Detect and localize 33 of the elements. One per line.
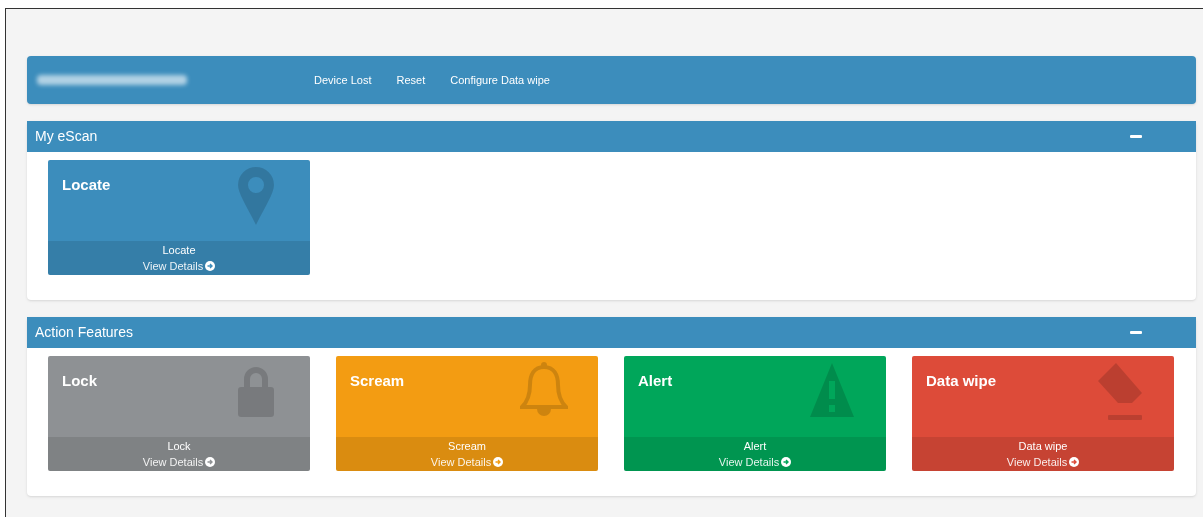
arrow-circle-icon bbox=[1069, 457, 1080, 467]
tile-title: Scream bbox=[350, 371, 405, 391]
tile-title: Data wipe bbox=[926, 371, 997, 391]
feature-tile[interactable]: Alert Alert View Details bbox=[624, 356, 886, 471]
tile-label: Lock bbox=[167, 439, 191, 454]
feature-tile[interactable]: Lock Lock View Details bbox=[48, 356, 310, 471]
minus-icon bbox=[1130, 135, 1142, 138]
arrow-circle-icon bbox=[205, 261, 216, 271]
view-details-link[interactable]: View Details bbox=[430, 454, 504, 470]
view-details-link[interactable]: View Details bbox=[1006, 454, 1080, 470]
tile-title: Locate bbox=[62, 175, 111, 195]
feature-tile[interactable]: Data wipe Data wipe View Details bbox=[912, 356, 1174, 471]
nav-link[interactable]: Configure Data wipe bbox=[450, 71, 550, 89]
arrow-circle-icon bbox=[205, 457, 216, 467]
arrow-circle-icon bbox=[493, 457, 504, 467]
panel-title: My eScan bbox=[35, 127, 98, 146]
tile-label: Alert bbox=[743, 439, 767, 454]
minus-icon bbox=[1130, 331, 1142, 334]
tile-title: Lock bbox=[62, 371, 97, 391]
tile-label: Scream bbox=[448, 439, 486, 454]
nav-link[interactable]: Device Lost bbox=[314, 71, 372, 89]
tile-label: Data wipe bbox=[1018, 439, 1068, 454]
feature-tile[interactable]: Locate Locate View Details bbox=[48, 160, 310, 275]
tile-title: Alert bbox=[638, 371, 673, 391]
view-details-link[interactable]: View Details bbox=[142, 258, 216, 274]
arrow-circle-icon bbox=[781, 457, 792, 467]
feature-tile[interactable]: Scream Scream View Details bbox=[336, 356, 598, 471]
view-details-link[interactable]: View Details bbox=[142, 454, 216, 470]
view-details-link[interactable]: View Details bbox=[718, 454, 792, 470]
tile-label: Locate bbox=[162, 243, 196, 258]
nav-link[interactable]: Reset bbox=[396, 71, 426, 89]
eraser-icon bbox=[1096, 361, 1144, 423]
panel-title: Action Features bbox=[35, 323, 134, 342]
